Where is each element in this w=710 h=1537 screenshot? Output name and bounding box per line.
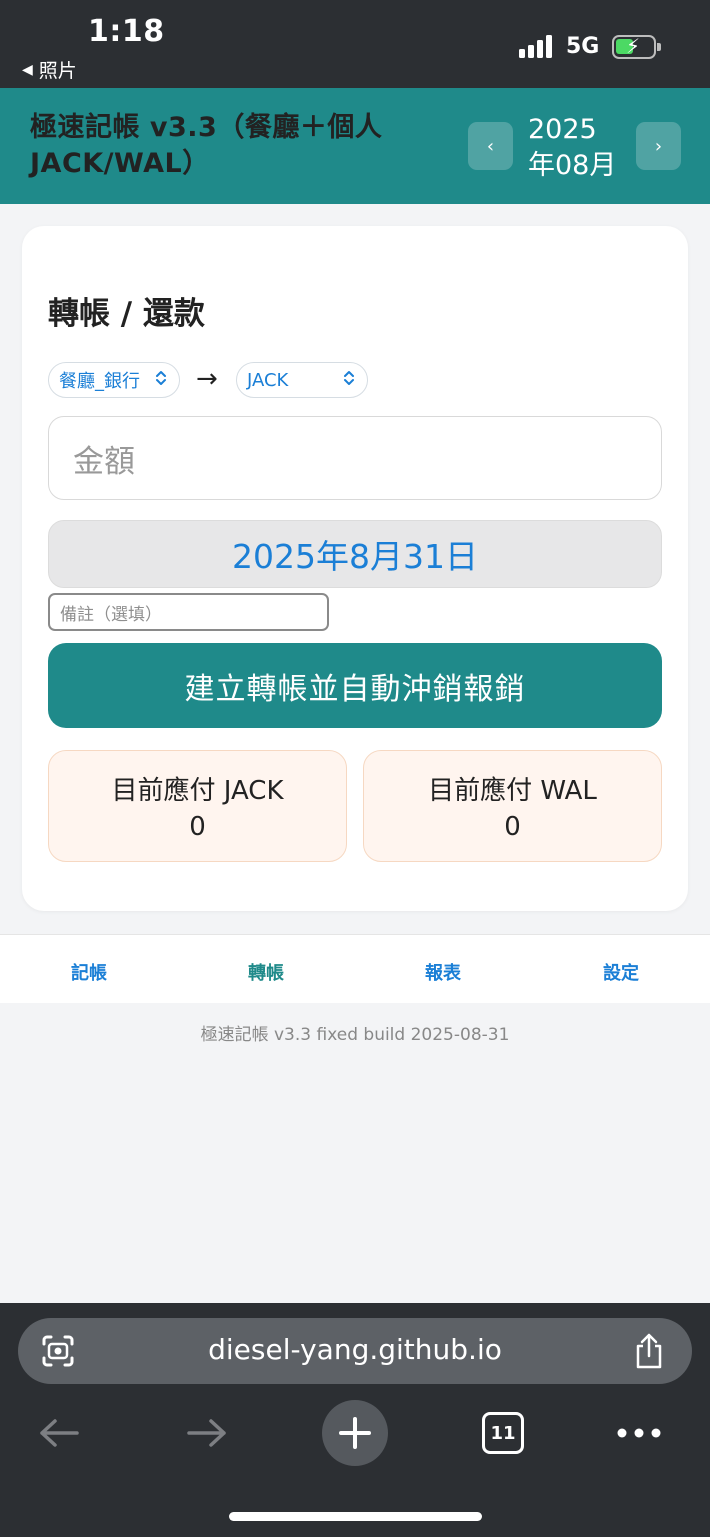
build-footer: 極速記帳 v3.3 fixed build 2025-08-31 xyxy=(200,1025,510,1045)
tab-count: 11 xyxy=(482,1412,524,1454)
chevron-updown-icon xyxy=(343,369,355,387)
amount-placeholder: 金額 xyxy=(73,443,135,480)
note-input[interactable]: 備註（選填） xyxy=(48,593,329,631)
prev-month-button[interactable]: ‹ xyxy=(468,122,513,170)
date-picker[interactable]: 2025年8月31日 xyxy=(48,520,662,588)
status-time: 1:18 xyxy=(88,14,165,49)
current-month: 2025 年08月 xyxy=(528,114,617,181)
to-account-select[interactable]: JACK xyxy=(236,362,368,398)
tab-record[interactable]: 記帳 xyxy=(49,959,129,985)
browser-forward-button[interactable] xyxy=(174,1400,240,1466)
next-month-button[interactable]: › xyxy=(636,122,681,170)
browser-back-button[interactable] xyxy=(26,1400,92,1466)
create-transfer-button[interactable]: 建立轉帳並自動沖銷報銷 xyxy=(48,643,662,728)
payable-jack-label: 目前應付 JACK xyxy=(111,776,284,806)
payable-wal-box: 目前應付 WAL 0 xyxy=(363,750,662,862)
tab-settings[interactable]: 設定 xyxy=(581,959,661,985)
more-menu-button[interactable] xyxy=(606,1400,672,1466)
network-type: 5G xyxy=(566,34,600,59)
from-account-select[interactable]: 餐廳_銀行 xyxy=(48,362,180,398)
signal-icon xyxy=(519,34,555,58)
note-placeholder: 備註（選填） xyxy=(60,604,162,625)
tab-report[interactable]: 報表 xyxy=(403,959,483,985)
app-title: 極速記帳 v3.3（餐廳＋個人 JACK/WAL） xyxy=(30,112,383,179)
bottom-tab-bar: 記帳 轉帳 報表 設定 xyxy=(0,934,710,1003)
to-account-value: JACK xyxy=(247,369,289,391)
back-to-app-link[interactable]: ◀ 照片 xyxy=(22,56,77,83)
tabs-overview-button[interactable]: 11 xyxy=(470,1400,536,1466)
payable-wal-label: 目前應付 WAL xyxy=(428,776,597,806)
back-app-label: 照片 xyxy=(38,60,77,82)
amount-input[interactable]: 金額 xyxy=(48,416,662,500)
arrow-right-icon: → xyxy=(196,364,218,394)
back-triangle-icon: ◀ xyxy=(22,61,33,78)
chevron-updown-icon xyxy=(155,369,167,387)
status-bar: 1:18 ◀ 照片 5G ⚡ xyxy=(0,0,710,88)
payable-wal-value: 0 xyxy=(504,812,521,842)
payable-jack-value: 0 xyxy=(189,812,206,842)
tab-transfer[interactable]: 轉帳 xyxy=(226,959,306,985)
from-account-value: 餐廳_銀行 xyxy=(59,371,140,392)
url-text[interactable]: diesel-yang.github.io xyxy=(0,1333,710,1366)
share-icon[interactable] xyxy=(632,1332,666,1370)
home-indicator xyxy=(229,1512,482,1521)
new-tab-button[interactable] xyxy=(322,1400,388,1466)
card-title: 轉帳 / 還款 xyxy=(48,296,205,332)
battery-icon: ⚡ xyxy=(612,34,661,59)
payable-jack-box: 目前應付 JACK 0 xyxy=(48,750,347,862)
